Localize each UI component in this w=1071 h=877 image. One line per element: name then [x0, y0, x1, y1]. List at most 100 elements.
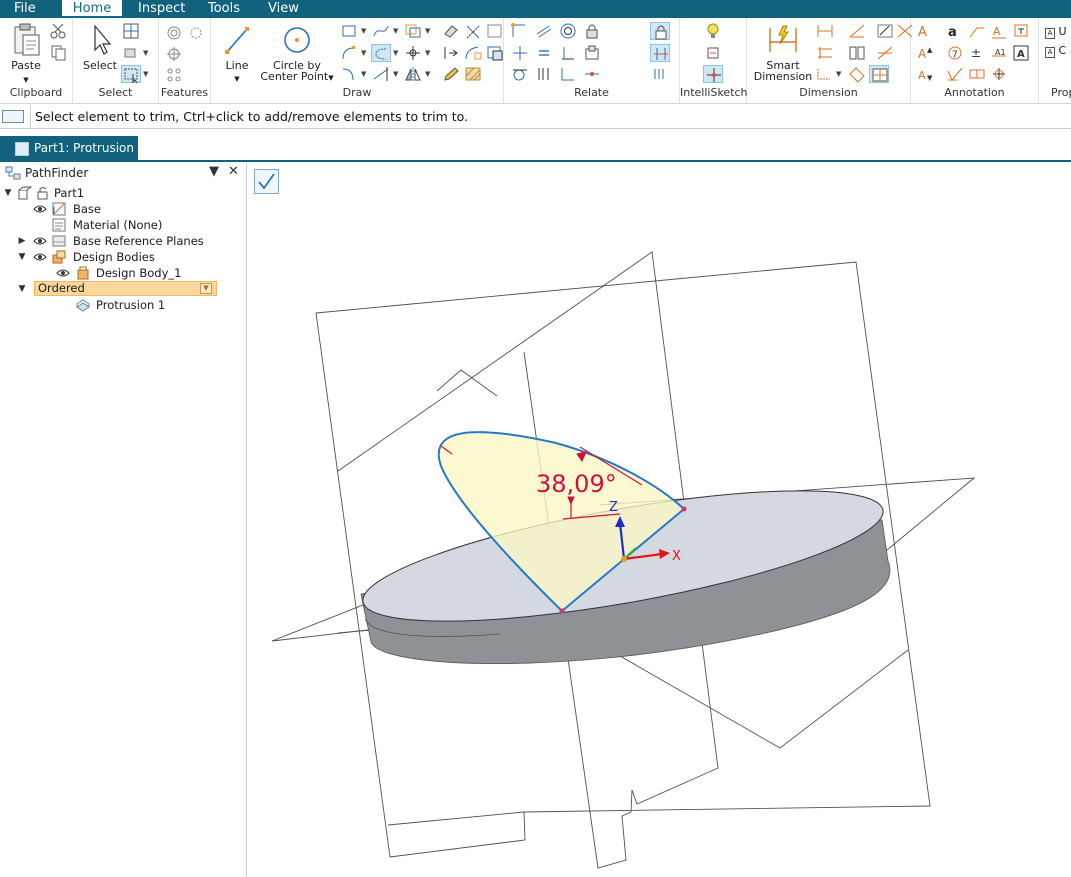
- dimension-style-button[interactable]: [847, 65, 867, 83]
- select-window-button[interactable]: [121, 65, 141, 84]
- relate-maintain-button[interactable]: [650, 22, 670, 40]
- rectangle-button[interactable]: [339, 22, 359, 40]
- smart-dimension-button[interactable]: Smart Dimension: [753, 22, 813, 82]
- annotation-surface-button[interactable]: [945, 65, 965, 83]
- annotation-increase-button[interactable]: A ▲: [915, 44, 935, 62]
- eye-icon[interactable]: [33, 204, 47, 214]
- annotation-textbox-button[interactable]: A: [1011, 44, 1031, 62]
- draw-tool-7-button[interactable]: [485, 22, 505, 40]
- tree-base[interactable]: Base: [73, 201, 101, 217]
- intellisketch-point-button[interactable]: [703, 65, 723, 83]
- chevron-down-icon[interactable]: ▼: [393, 70, 398, 78]
- tree-design-bodies[interactable]: Design Bodies: [73, 249, 155, 265]
- relate-symmetric-button[interactable]: [650, 44, 670, 62]
- prompt-keyboard-icon[interactable]: [2, 110, 24, 123]
- relate-tangent-button[interactable]: [510, 65, 530, 83]
- draw-tool-8-button[interactable]: [485, 44, 505, 62]
- chevron-down-icon[interactable]: ▼: [143, 70, 148, 78]
- tab-tools[interactable]: Tools: [208, 0, 248, 18]
- tab-file[interactable]: File: [14, 0, 42, 18]
- relate-midpoint-button[interactable]: [582, 65, 602, 83]
- copy-button[interactable]: [48, 44, 68, 62]
- dimension-axis-button[interactable]: [815, 65, 835, 83]
- relate-show-button[interactable]: [650, 65, 670, 83]
- tab-inspect[interactable]: Inspect: [138, 0, 186, 18]
- tree-design-body-1[interactable]: Design Body_1: [96, 265, 181, 281]
- close-icon[interactable]: ✕: [228, 164, 239, 179]
- draw-tool-6-button[interactable]: [463, 65, 483, 83]
- annotation-decrease-button[interactable]: A ▼: [915, 65, 935, 83]
- relate-coincident-button[interactable]: [558, 65, 578, 83]
- extend-button[interactable]: [371, 65, 391, 83]
- fillet-button[interactable]: [339, 65, 359, 83]
- cut-button[interactable]: [48, 22, 68, 40]
- move-button[interactable]: [403, 44, 423, 62]
- tab-view[interactable]: View: [268, 0, 304, 18]
- tree-ordered[interactable]: Ordered ▼: [34, 281, 217, 296]
- annotation-center-mark-button[interactable]: [989, 65, 1009, 83]
- feature-point-button[interactable]: [164, 45, 184, 63]
- eye-icon[interactable]: [33, 236, 47, 246]
- dimension-table-button[interactable]: [869, 65, 889, 83]
- paste-button[interactable]: Paste ▼: [4, 22, 48, 86]
- properties-item-u[interactable]: A U: [1045, 25, 1067, 39]
- offset-button[interactable]: [403, 22, 423, 40]
- chevron-down-icon[interactable]: ▼: [836, 70, 841, 78]
- chevron-down-icon[interactable]: ▼: [425, 70, 430, 78]
- annotation-tolerance-button[interactable]: ±: [967, 44, 987, 62]
- trim-button[interactable]: [371, 44, 391, 62]
- relate-collinear-button[interactable]: [534, 65, 554, 83]
- relate-equal-button[interactable]: [534, 44, 554, 62]
- arc-button[interactable]: [339, 44, 359, 62]
- tree-base-reference-planes[interactable]: Base Reference Planes: [73, 233, 204, 249]
- relate-horizontal-button[interactable]: [510, 44, 530, 62]
- select-cross-button[interactable]: [121, 22, 141, 40]
- chevron-down-icon[interactable]: ▼: [393, 27, 398, 35]
- relate-concentric-button[interactable]: [558, 22, 578, 40]
- relate-parallel-button[interactable]: [534, 22, 554, 40]
- dimension-angle-button[interactable]: [847, 22, 867, 40]
- chevron-down-icon[interactable]: ▼: [361, 27, 366, 35]
- document-tab[interactable]: Part1: Protrusion: [0, 136, 138, 162]
- tree-protrusion-1[interactable]: Protrusion 1: [96, 297, 165, 313]
- intellisketch-options-button[interactable]: [703, 22, 723, 40]
- tree-part1[interactable]: Part1: [54, 185, 84, 201]
- dimension-coordinate-button[interactable]: [815, 44, 835, 62]
- curve-button[interactable]: [371, 22, 391, 40]
- chevron-down-icon[interactable]: ▼: [200, 283, 212, 294]
- chevron-down-icon[interactable]: ▼: [143, 49, 148, 57]
- draw-tool-2-button[interactable]: [441, 44, 461, 62]
- eye-icon[interactable]: [56, 268, 70, 278]
- draw-tool-3-button[interactable]: [441, 65, 461, 83]
- intellisketch-relate-button[interactable]: [703, 44, 723, 62]
- feature-hole-button[interactable]: [164, 24, 184, 42]
- properties-item-c[interactable]: A C: [1045, 44, 1066, 58]
- draw-tool-1-button[interactable]: [441, 22, 461, 40]
- collapse-arrow-icon[interactable]: ▼: [3, 185, 13, 201]
- dimension-value-label[interactable]: 38,09°: [536, 470, 617, 498]
- chevron-down-icon[interactable]: ▼: [425, 27, 430, 35]
- relate-rigid-button[interactable]: [582, 44, 602, 62]
- feature-pattern-button[interactable]: [164, 66, 184, 84]
- dimension-tool-3-button[interactable]: [875, 22, 895, 40]
- annotation-callout-button[interactable]: A: [989, 22, 1009, 40]
- annotation-leader-button[interactable]: [967, 22, 987, 40]
- model-scene[interactable]: 38,09° Z X: [248, 163, 1071, 877]
- relate-connect-button[interactable]: [510, 22, 530, 40]
- annotation-weld-button[interactable]: A1: [989, 44, 1009, 62]
- collapse-arrow-icon[interactable]: ▼: [17, 249, 27, 265]
- relate-perpendicular-button[interactable]: [558, 44, 578, 62]
- collapse-arrow-icon[interactable]: ▼: [17, 281, 27, 297]
- select-filter-button[interactable]: [121, 44, 141, 62]
- mirror-button[interactable]: [403, 65, 423, 83]
- relate-lock-button[interactable]: [582, 22, 602, 40]
- expand-arrow-icon[interactable]: ▶: [17, 233, 27, 249]
- annotation-label-button[interactable]: a: [945, 22, 965, 40]
- chevron-down-icon[interactable]: ▼: [393, 49, 398, 57]
- tab-home[interactable]: Home: [62, 0, 122, 18]
- annotation-datum-button[interactable]: [967, 65, 987, 83]
- eye-icon[interactable]: [33, 252, 47, 262]
- circle-center-point-button[interactable]: Circle by Center Point▼: [259, 22, 335, 84]
- graphics-viewport[interactable]: 38,09° Z X: [248, 163, 1071, 877]
- dimension-symmetric-button[interactable]: [847, 44, 867, 62]
